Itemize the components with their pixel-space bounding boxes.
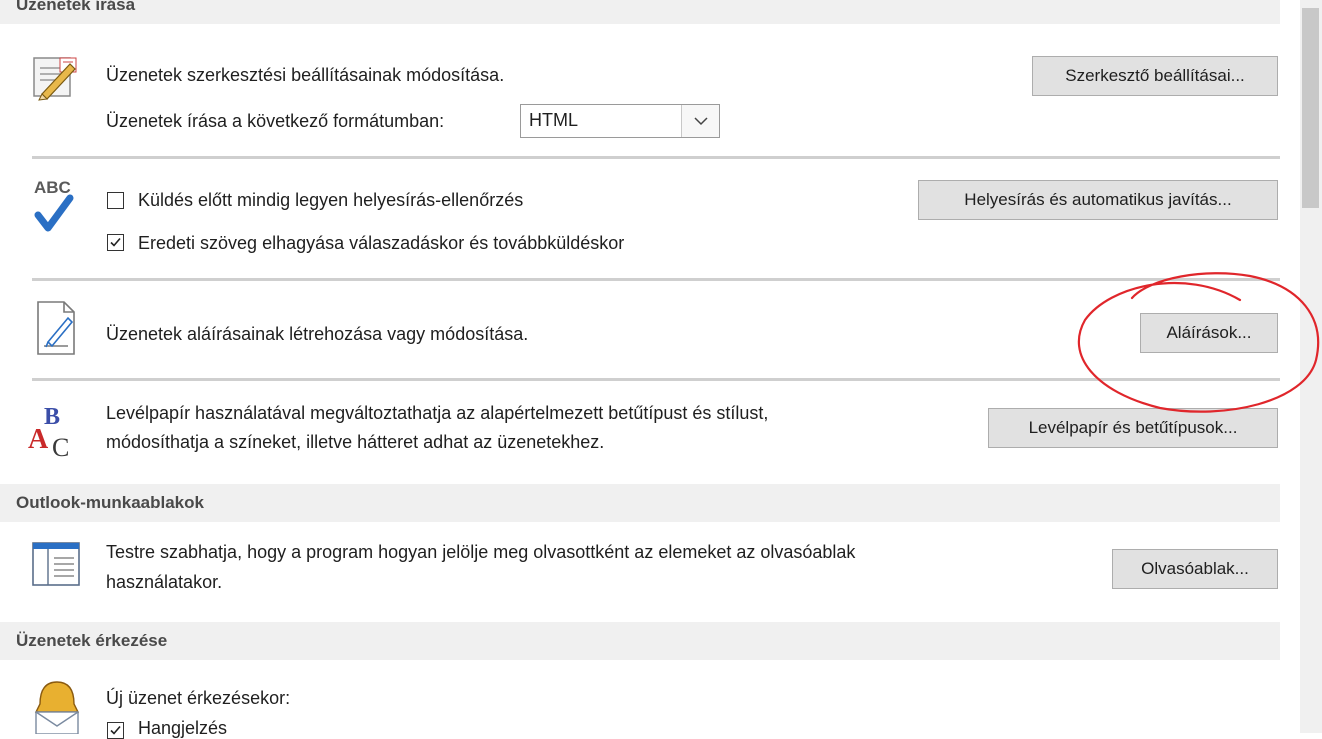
divider <box>32 278 1280 281</box>
ignore-original-text-checkbox[interactable] <box>107 234 124 251</box>
play-sound-checkbox[interactable] <box>107 722 124 739</box>
section-header-panes: Outlook-munkaablakok <box>0 484 1280 522</box>
chevron-down-icon <box>681 105 719 137</box>
divider <box>32 156 1280 159</box>
editor-settings-text: Üzenetek szerkesztési beállításainak mód… <box>106 65 505 85</box>
new-mail-bell-icon <box>30 676 84 739</box>
play-sound-label: Hangjelzés <box>138 718 228 738</box>
divider <box>32 378 1280 381</box>
compose-format-value: HTML <box>529 110 578 130</box>
compose-edit-icon <box>30 52 80 107</box>
spelling-autocorrect-button[interactable]: Helyesírás és automatikus javítás... <box>918 180 1278 220</box>
stationery-text-line1: Levélpapír használatával megváltoztathat… <box>106 403 769 423</box>
arrival-text: Új üzenet érkezésekor: <box>106 688 291 708</box>
stationery-text-line2: módosíthatja a színeket, illetve háttere… <box>106 432 605 452</box>
options-content: Üzenetek írása Üzenetek szerkesztési beá… <box>0 0 1280 739</box>
section-header-arrival: Üzenetek érkezése <box>0 622 1280 660</box>
reading-pane-text-line2: használatakor. <box>106 572 223 592</box>
signatures-button[interactable]: Aláírások... <box>1140 313 1278 353</box>
reading-pane-text-line1: Testre szabhatja, hogy a program hogyan … <box>106 542 856 562</box>
editor-settings-button[interactable]: Szerkesztő beállításai... <box>1032 56 1278 96</box>
signature-icon <box>34 300 80 363</box>
compose-format-select[interactable]: HTML <box>520 104 720 138</box>
signatures-text: Üzenetek aláírásainak létrehozása vagy m… <box>106 324 529 344</box>
spellcheck-before-send-checkbox[interactable] <box>107 192 124 209</box>
reading-pane-icon <box>32 542 80 591</box>
ignore-original-text-label: Eredeti szöveg elhagyása válaszadáskor é… <box>138 233 625 253</box>
scrollbar-thumb[interactable] <box>1302 8 1319 208</box>
stationery-fonts-icon: B A C <box>26 398 86 467</box>
section-header-compose: Üzenetek írása <box>0 0 1280 24</box>
stationery-fonts-button[interactable]: Levélpapír és betűtípusok... <box>988 408 1278 448</box>
spellcheck-before-send-label: Küldés előtt mindig legyen helyesírás-el… <box>138 190 524 210</box>
reading-pane-button[interactable]: Olvasóablak... <box>1112 549 1278 589</box>
svg-text:A: A <box>28 424 49 455</box>
compose-format-label: Üzenetek írása a következő formátumban: <box>106 111 445 131</box>
svg-text:C: C <box>52 433 69 462</box>
